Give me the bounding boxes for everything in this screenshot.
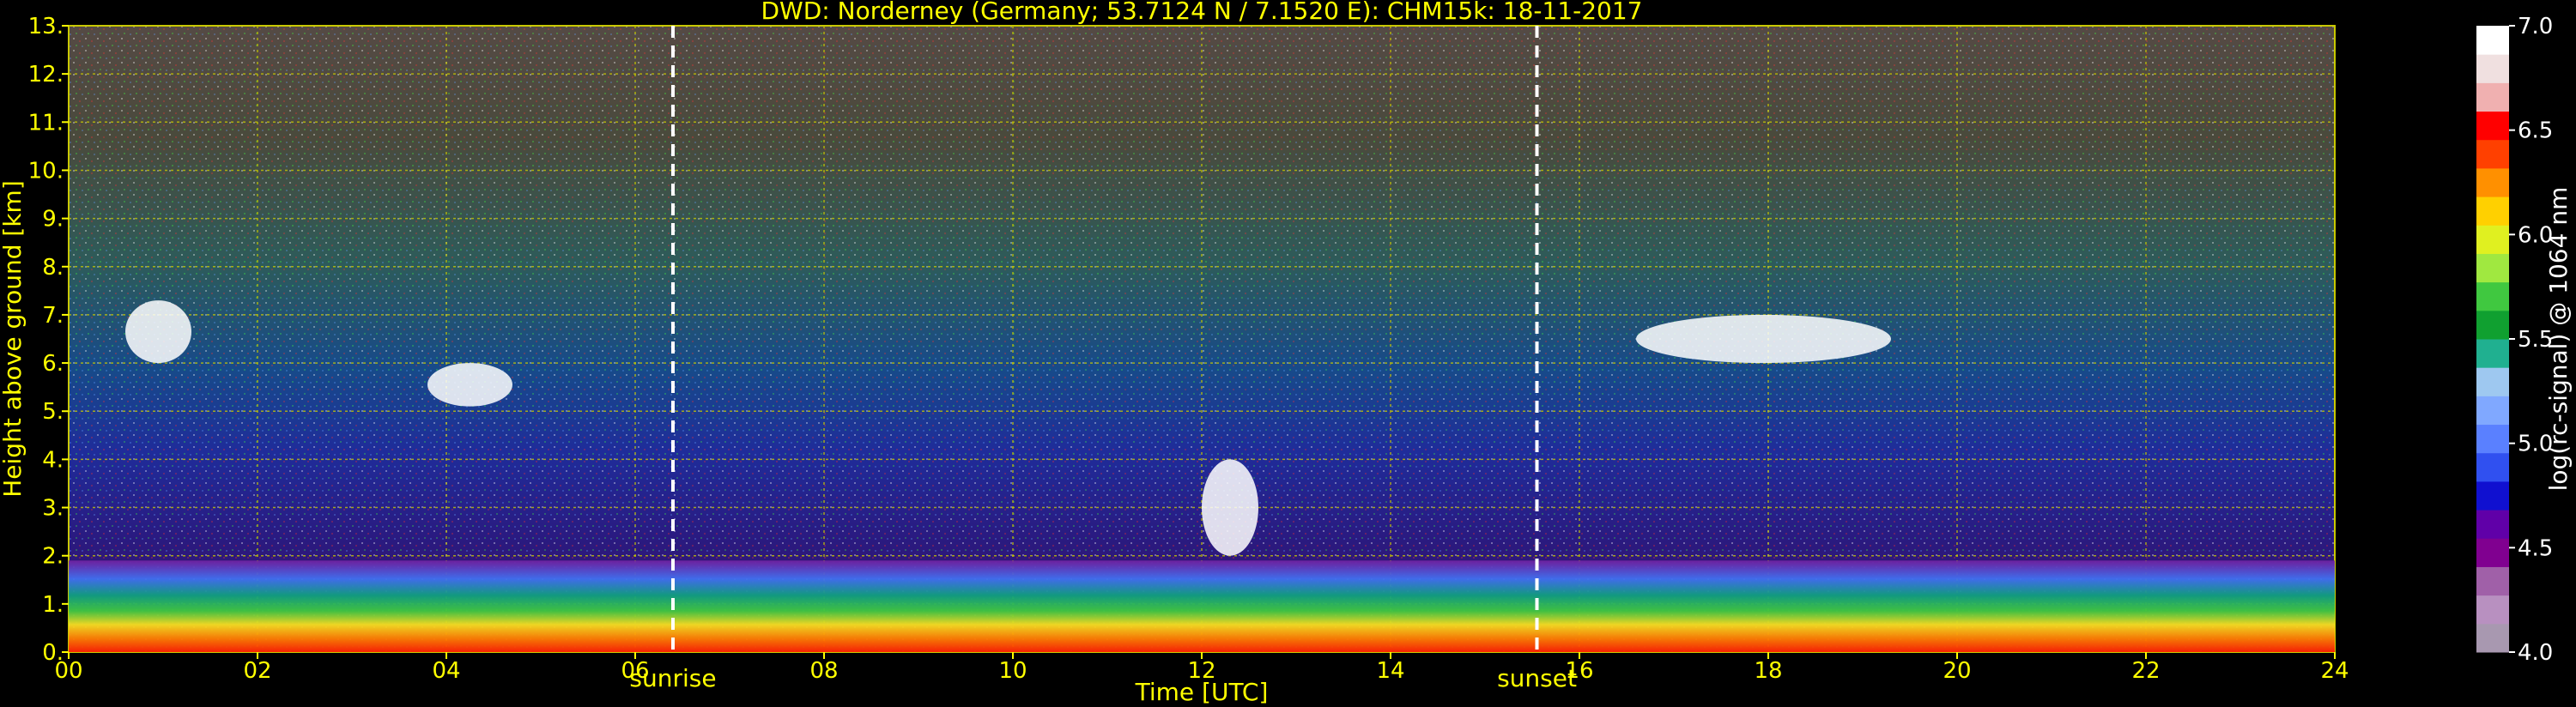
x-tick-label: 06 — [621, 658, 649, 684]
y-tick-label: 7. — [42, 303, 64, 329]
y-tick-label: 9. — [42, 207, 64, 233]
x-tick-label: 10 — [998, 658, 1027, 684]
colorbar-label: log(rc-signal) @ 1064 nm — [2544, 187, 2573, 492]
colorbar: 4.04.55.05.56.06.57.0 — [2476, 14, 2553, 666]
colorbar-segment — [2476, 82, 2509, 112]
y-axis-label: Height above ground [km] — [0, 180, 27, 498]
x-tick-label: 14 — [1376, 658, 1404, 684]
colorbar-segment — [2476, 281, 2509, 311]
convective-plume — [1202, 459, 1258, 556]
y-tick-label: 2. — [42, 544, 64, 570]
x-tick-label: 04 — [432, 658, 460, 684]
ceilometer-chart: sunrise sunset 0.1.2.3.4.5.6.7.8.9.10.11.… — [0, 0, 2573, 706]
colorbar-segment — [2476, 480, 2509, 511]
colorbar-segment — [2476, 167, 2509, 197]
x-tick-label: 18 — [1754, 658, 1782, 684]
x-tick-label: 24 — [2320, 658, 2349, 684]
x-tick-label: 20 — [1943, 658, 1971, 684]
cirrus-cloud — [125, 300, 191, 364]
colorbar-segment — [2476, 310, 2509, 340]
colorbar-segment — [2476, 111, 2509, 141]
colorbar-tick-label: 4.0 — [2518, 640, 2553, 666]
colorbar-segment — [2476, 452, 2509, 482]
y-tick-label: 13. — [28, 14, 64, 39]
colorbar-segment — [2476, 623, 2509, 653]
y-tick-label: 11. — [28, 110, 64, 136]
colorbar-segment — [2476, 566, 2509, 596]
colorbar-segment — [2476, 367, 2509, 396]
colorbar-segment — [2476, 139, 2509, 169]
x-axis-label: Time [UTC] — [1135, 678, 1269, 706]
y-axis-ticks: 0.1.2.3.4.5.6.7.8.9.10.11.12.13. — [28, 14, 69, 666]
y-tick-label: 1. — [42, 592, 64, 618]
x-tick-label: 00 — [54, 658, 82, 684]
colorbar-tick-label: 4.5 — [2518, 535, 2553, 561]
colorbar-segment — [2476, 595, 2509, 625]
colorbar-segment — [2476, 54, 2509, 83]
mid-level-cloud — [1636, 314, 1891, 364]
chart-title: DWD: Norderney (Germany; 53.7124 N / 7.1… — [761, 0, 1642, 25]
colorbar-tick-label: 7.0 — [2518, 14, 2553, 39]
y-tick-label: 4. — [42, 447, 64, 473]
y-tick-label: 5. — [42, 399, 64, 425]
cirrus-cloud — [427, 363, 512, 407]
colorbar-tick-label: 6.5 — [2518, 118, 2553, 144]
y-tick-label: 8. — [42, 255, 64, 281]
y-tick-label: 12. — [28, 62, 64, 88]
colorbar-segment — [2476, 26, 2509, 55]
colorbar-segment — [2476, 424, 2509, 454]
colorbar-segment — [2476, 510, 2509, 539]
colorbar-segment — [2476, 538, 2509, 567]
x-tick-label: 08 — [809, 658, 838, 684]
colorbar-segment — [2476, 339, 2509, 368]
x-tick-label: 16 — [1565, 658, 1593, 684]
x-tick-label: 02 — [243, 658, 271, 684]
y-tick-label: 10. — [28, 158, 64, 184]
y-tick-label: 6. — [42, 351, 64, 377]
y-tick-label: 3. — [42, 496, 64, 522]
colorbar-segment — [2476, 253, 2509, 283]
colorbar-segment — [2476, 396, 2509, 426]
colorbar-segment — [2476, 225, 2509, 254]
colorbar-segment — [2476, 196, 2509, 226]
boundary-layer — [69, 560, 2335, 652]
x-tick-label: 22 — [2131, 658, 2160, 684]
